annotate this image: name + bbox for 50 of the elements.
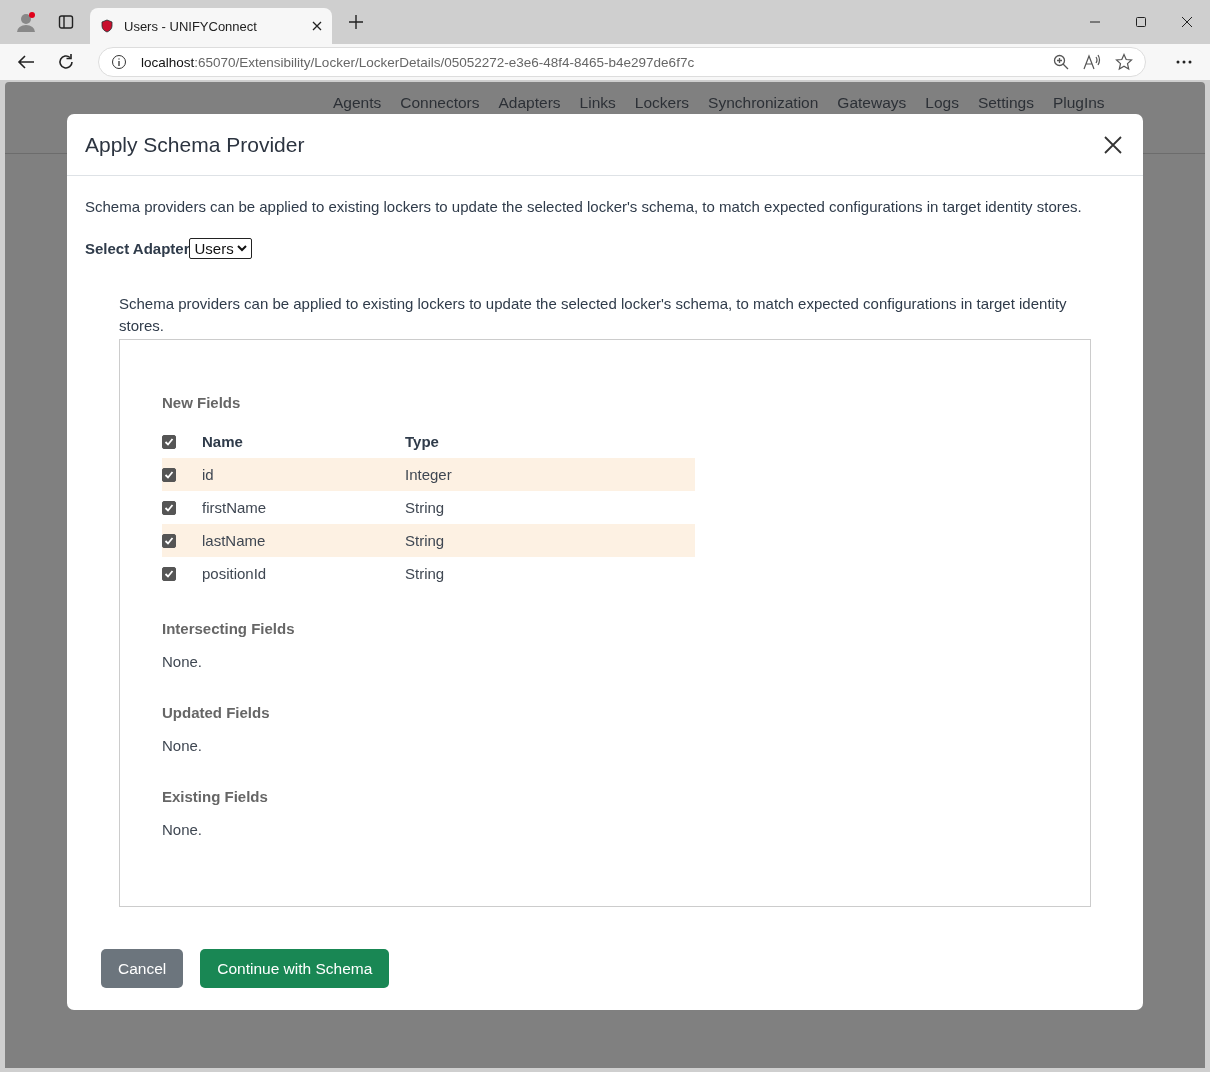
table-cell: String [405, 532, 445, 549]
cancel-button[interactable]: Cancel [101, 949, 184, 988]
table-cell: firstName [202, 499, 267, 516]
shield-icon [100, 19, 114, 33]
continue-button[interactable]: Continue with Schema [200, 949, 390, 988]
info-icon[interactable] [111, 54, 127, 70]
column-header: Type [405, 433, 439, 450]
section-title: Updated Fields [162, 704, 271, 721]
checkbox[interactable] [162, 467, 176, 482]
nav-link[interactable]: Links [579, 94, 616, 114]
table-cell: String [405, 565, 445, 582]
nav-link[interactable]: PlugIns [1052, 94, 1105, 114]
read-aloud-icon[interactable] [1083, 54, 1101, 70]
section-title: New Fields [162, 394, 242, 411]
checkbox[interactable] [162, 533, 176, 548]
star-icon[interactable] [1115, 53, 1133, 71]
url-text: localhost:65070/Extensibility/Locker/LockerDetails/05052272-e3e6-48f4-8465-b4e297de6f7c [141, 54, 696, 70]
table-cell: Integer [405, 466, 452, 483]
nav-link[interactable]: Agents [333, 94, 382, 114]
nav-link[interactable]: Connectors [400, 94, 480, 114]
modal-title: Apply Schema Provider [85, 132, 306, 157]
nav-link[interactable]: Adapters [498, 94, 561, 114]
table-cell: lastName [202, 532, 266, 549]
chevron-down-icon [236, 245, 247, 252]
close-icon[interactable] [312, 21, 322, 31]
address-bar[interactable]: localhost:65070/Extensibility/Locker/LockerDetails/05052272-e3e6-48f4-8465-b4e297de6f7c [98, 47, 1146, 77]
adapter-select[interactable]: Users [189, 238, 252, 259]
empty-text: None. [162, 737, 204, 754]
browser-tab[interactable]: Users - UNIFYConnect [90, 8, 332, 44]
nav-link[interactable]: Synchronization [708, 94, 819, 114]
nav-link[interactable]: Settings [977, 94, 1034, 114]
checkbox[interactable] [162, 500, 176, 515]
select-label: Select Adapter [85, 240, 190, 257]
empty-text: None. [162, 653, 204, 670]
zoom-icon[interactable] [1053, 54, 1069, 70]
checkbox[interactable] [162, 434, 176, 449]
tab-title: Users - UNIFYConnect [124, 18, 258, 34]
checkbox[interactable] [162, 566, 176, 581]
table-cell: positionId [202, 565, 267, 582]
nav-link[interactable]: Gateways [837, 94, 907, 114]
section-title: Intersecting Fields [162, 620, 296, 637]
intro-text: Schema providers can be applied to existing lockers to update the selected locker's schema, to match expected configurations in target identity stores. [85, 197, 1083, 217]
empty-text: None. [162, 821, 204, 838]
column-header: Name [202, 433, 243, 450]
table-cell: String [405, 499, 445, 516]
nav-link[interactable]: Lockers [634, 94, 690, 114]
table-cell: id [202, 466, 214, 483]
nav-link[interactable]: Logs [925, 94, 959, 114]
description-text: Schema providers can be applied to existing lockers to update the selected locker's schema, to match expected configurations in target identity stores. [119, 294, 1068, 336]
section-title: Existing Fields [162, 788, 269, 805]
